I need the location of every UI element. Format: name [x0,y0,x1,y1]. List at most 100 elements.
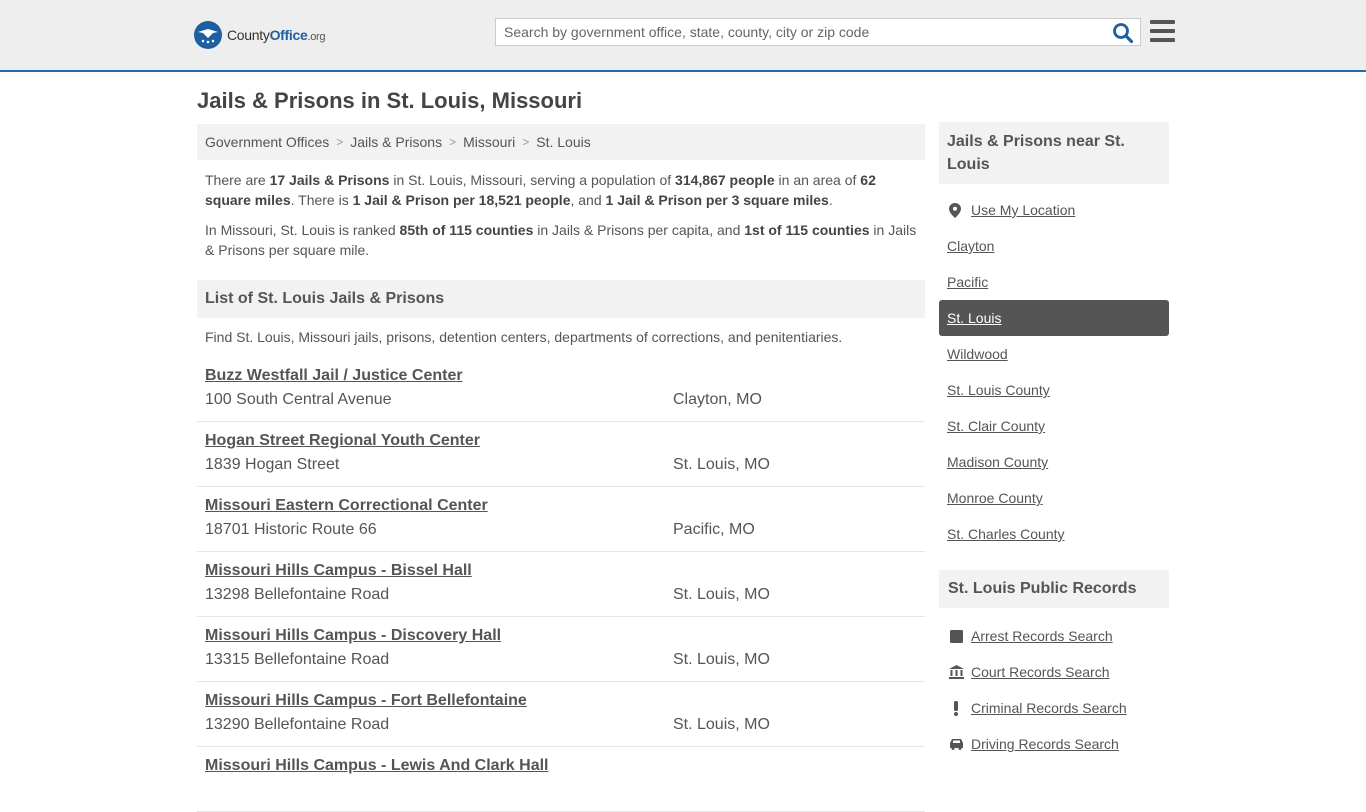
intro-text-segment: in an area of [774,172,861,188]
car-icon [948,738,964,750]
table-row: Buzz Westfall Jail / Justice Center 100 S… [197,357,925,422]
public-records-list: Arrest Records Search Court Records Searc… [939,618,1169,762]
sidebar-item-clayton[interactable]: Clayton [939,228,1169,264]
facility-address: 100 South Central Avenue [205,391,392,408]
sidebar-item-st-clair-county[interactable]: St. Clair County [939,408,1169,444]
facility-list: Buzz Westfall Jail / Justice Center 100 S… [197,357,925,812]
table-row: Missouri Hills Campus - Bissel Hall 13298… [197,552,925,617]
facility-name-link[interactable]: Buzz Westfall Jail / Justice Center [205,367,463,385]
sidebar-item-label: Madison County [947,454,1049,470]
records-link-court-records-search[interactable]: Court Records Search [939,654,1169,690]
sidebar-item-st-charles-county[interactable]: St. Charles County [939,516,1169,552]
search-input[interactable] [496,19,1096,45]
sidebar-item-madison-county[interactable]: Madison County [939,444,1169,480]
logo-text: CountyOffice.org [227,27,326,43]
sidebar-item-label: Monroe County [947,490,1043,506]
records-link-arrest-records-search[interactable]: Arrest Records Search [939,618,1169,654]
intro-text: There are 17 Jails & Prisons in St. Loui… [205,170,920,270]
facility-city: St. Louis, MO [673,586,770,603]
facility-city: St. Louis, MO [673,651,770,668]
intro-text-segment: in Jails & Prisons per capita, and [533,222,745,238]
sidebar-item-monroe-county[interactable]: Monroe County [939,480,1169,516]
sidebar-item-pacific[interactable]: Pacific [939,264,1169,300]
square-icon [948,629,964,643]
facility-name-link[interactable]: Missouri Hills Campus - Fort Bellefontai… [205,692,527,710]
table-row: Missouri Hills Campus - Fort Bellefontai… [197,682,925,747]
facility-name-link[interactable]: Hogan Street Regional Youth Center [205,432,480,450]
records-link-label: Court Records Search [971,664,1110,680]
sidebar-item-label: St. Louis County [947,382,1050,398]
sidebar-item-use-my-location[interactable]: Use My Location [939,192,1169,228]
sidebar-item-label: Wildwood [947,346,1008,362]
facility-address: 13298 Bellefontaine Road [205,586,390,603]
breadcrumb: Government Offices > Jails & Prisons > Misso… [197,124,925,160]
site-logo[interactable]: CountyOffice.org [194,21,326,49]
facility-address: 13290 Bellefontaine Road [205,716,390,733]
facility-name-link[interactable]: Missouri Eastern Correctional Center [205,497,488,515]
intro-paragraph-2: In Missouri, St. Louis is ranked 85th of… [205,220,920,260]
intro-highlight: 1 Jail & Prison per 3 square miles [605,192,829,208]
facility-name-link[interactable]: Missouri Hills Campus - Bissel Hall [205,562,472,580]
sidebar-item-st-louis[interactable]: St. Louis [939,300,1169,336]
intro-highlight: 85th of 115 counties [399,222,534,238]
breadcrumb-link[interactable]: Government Offices [205,134,329,150]
intro-text-segment: There are [205,172,270,188]
records-link-criminal-records-search[interactable]: Criminal Records Search [939,690,1169,726]
courthouse-icon [948,665,964,679]
intro-text-segment: In Missouri, St. Louis is ranked [205,222,400,238]
site-header: CountyOffice.org [0,0,1366,72]
breadcrumb-separator-icon: > [336,135,344,149]
table-row: Missouri Hills Campus - Lewis And Clark … [197,747,925,812]
search-icon [1113,23,1134,44]
records-link-driving-records-search[interactable]: Driving Records Search [939,726,1169,762]
table-row: Missouri Eastern Correctional Center 1870… [197,487,925,552]
records-link-label: Driving Records Search [971,736,1119,752]
page-title: Jails & Prisons in St. Louis, Missouri [197,88,583,113]
hamburger-menu-icon[interactable] [1150,20,1175,42]
sidebar-item-label: St. Charles County [947,526,1065,542]
sidebar-item-label: Pacific [947,274,989,290]
sidebar-item-wildwood[interactable]: Wildwood [939,336,1169,372]
records-link-label: Arrest Records Search [971,628,1113,644]
facility-city: Pacific, MO [673,521,755,538]
sidebar-item-label: Use My Location [971,202,1076,218]
sidebar-item-label: St. Louis [947,310,1002,326]
sidebar-item-label: Clayton [947,238,995,254]
intro-highlight: 17 Jails & Prisons [269,172,390,188]
sidebar-item-label: St. Clair County [947,418,1046,434]
intro-paragraph-1: There are 17 Jails & Prisons in St. Loui… [205,170,920,210]
facility-name-link[interactable]: Missouri Hills Campus - Discovery Hall [205,627,501,645]
records-link-label: Criminal Records Search [971,700,1127,716]
nearby-list: Use My Location Clayton Pacific St. Louis Wi… [939,192,1169,552]
intro-highlight: 1 Jail & Prison per 18,521 people [352,192,571,208]
table-row: Hogan Street Regional Youth Center 1839 H… [197,422,925,487]
breadcrumb-separator-icon: > [449,135,457,149]
sidebar: Jails & Prisons near St. Louis Use My Lo… [939,122,1169,762]
facility-address: 1839 Hogan Street [205,456,340,473]
breadcrumb-separator-icon: > [522,135,530,149]
intro-text-segment: . [828,192,833,208]
facility-city: St. Louis, MO [673,456,770,473]
breadcrumb-link[interactable]: Missouri [463,134,515,150]
logo-eagle-icon [194,21,222,49]
location-pin-icon [947,202,963,218]
public-records-heading: St. Louis Public Records [939,570,1169,608]
facility-address: 18701 Historic Route 66 [205,521,377,538]
intro-text-segment: , and [570,192,606,208]
facility-city: Clayton, MO [673,391,762,408]
breadcrumb-link[interactable]: St. Louis [536,134,590,150]
list-heading: List of St. Louis Jails & Prisons [197,280,925,318]
search-box [495,18,1141,46]
breadcrumb-link[interactable]: Jails & Prisons [350,134,442,150]
list-description: Find St. Louis, Missouri jails, prisons,… [205,329,843,345]
nearby-heading: Jails & Prisons near St. Louis [939,122,1169,184]
table-row: Missouri Hills Campus - Discovery Hall 13… [197,617,925,682]
sidebar-item-st-louis-county[interactable]: St. Louis County [939,372,1169,408]
exclamation-icon [948,700,964,716]
search-button[interactable] [1112,22,1134,44]
intro-text-segment: in St. Louis, Missouri, serving a popula… [389,172,676,188]
intro-text-segment: . There is [290,192,353,208]
facility-address: 13315 Bellefontaine Road [205,651,390,668]
facility-name-link[interactable]: Missouri Hills Campus - Lewis And Clark … [205,757,548,775]
intro-highlight: 1st of 115 counties [744,222,870,238]
